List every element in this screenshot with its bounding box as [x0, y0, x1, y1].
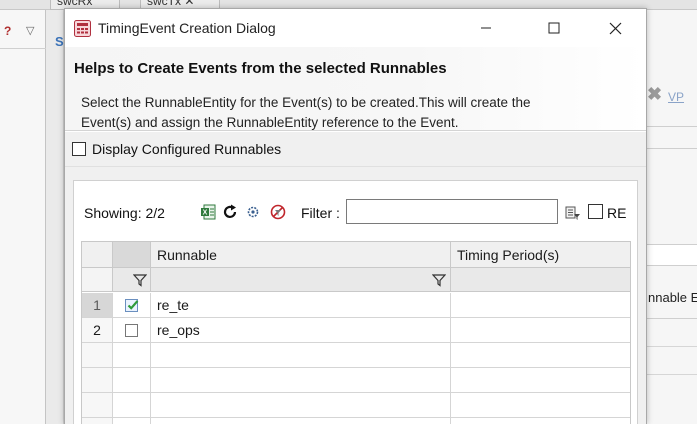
close-button[interactable] — [592, 9, 638, 47]
display-configured-checkbox[interactable] — [72, 142, 86, 156]
column-header-runnable[interactable]: Runnable — [151, 242, 451, 268]
dialog-body: Display Configured Runnables Showing: 2/… — [65, 132, 646, 424]
separator — [65, 166, 646, 167]
empty-cell — [113, 368, 151, 393]
dialog-titlebar[interactable]: TimingEvent Creation Dialog — [65, 9, 646, 47]
check-column-header[interactable] — [113, 242, 151, 268]
filter-cell-runnable[interactable] — [151, 268, 451, 292]
timing-event-dialog: TimingEvent Creation Dialog Helps to Cre… — [64, 8, 647, 424]
checkmark-icon — [127, 299, 139, 310]
timing-period-cell[interactable] — [451, 293, 630, 318]
editor-section-letter: S — [55, 34, 64, 49]
panel-separator — [0, 48, 46, 49]
empty-cell — [451, 393, 630, 418]
header-title: Helps to Create Events from the selected… — [74, 60, 447, 77]
empty-cell — [113, 418, 151, 424]
close-icon — [609, 22, 621, 34]
corner-header — [82, 242, 113, 268]
minimize-icon — [481, 27, 491, 29]
empty-row-header — [82, 343, 113, 368]
empty-row-header — [82, 368, 113, 393]
empty-cell — [151, 393, 451, 418]
row-checkbox-checked[interactable] — [125, 298, 139, 312]
row-checkbox-cell[interactable] — [113, 293, 151, 318]
empty-cell — [151, 418, 451, 424]
filter-options-icon[interactable] — [565, 205, 581, 221]
empty-cell — [451, 343, 630, 368]
header-description: Select the RunnableEntity for the Event(… — [81, 95, 531, 130]
editor-gutter — [46, 10, 64, 424]
view-menu-icon[interactable]: ▽ — [26, 24, 34, 37]
refresh-icon[interactable] — [222, 204, 238, 220]
timing-period-cell[interactable] — [451, 318, 630, 343]
empty-cell — [113, 343, 151, 368]
filter-row-corner — [82, 268, 113, 292]
vp-link[interactable]: VP — [668, 90, 684, 104]
excel-export-icon[interactable]: X — [200, 204, 216, 220]
row-number[interactable]: 2 — [82, 318, 113, 343]
dialog-title: TimingEvent Creation Dialog — [98, 20, 276, 36]
maximize-button[interactable] — [531, 9, 577, 47]
table-toolbar: Showing: 2/2 X Filter: RE — [74, 199, 637, 225]
tool-icon[interactable]: ? — [4, 24, 14, 38]
background-field[interactable] — [646, 244, 697, 266]
empty-cell — [451, 368, 630, 393]
empty-cell — [113, 393, 151, 418]
display-configured-option[interactable]: Display Configured Runnables — [72, 139, 281, 159]
dialog-header: Helps to Create Events from the selected… — [65, 47, 646, 131]
empty-row-header — [82, 393, 113, 418]
right-editor-area — [646, 10, 697, 424]
divider — [646, 318, 697, 319]
svg-text:X: X — [203, 210, 208, 217]
filter-cell-timing-period[interactable] — [451, 268, 630, 292]
funnel-icon[interactable] — [133, 273, 147, 287]
re-checkbox[interactable] — [588, 204, 603, 219]
runnable-cell[interactable]: re_ops — [151, 318, 451, 343]
clear-filter-icon[interactable] — [270, 204, 286, 220]
runnable-cell[interactable]: re_te — [151, 293, 451, 318]
empty-cell — [151, 343, 451, 368]
maximize-icon — [548, 22, 560, 34]
filter-label: Filter : — [301, 205, 340, 221]
divider — [646, 374, 697, 375]
showing-count: Showing: 2/2 — [84, 205, 165, 221]
funnel-icon[interactable] — [432, 273, 446, 287]
row-checkbox-unchecked[interactable] — [125, 323, 138, 337]
minimize-button[interactable] — [463, 9, 509, 47]
row-checkbox-cell[interactable] — [113, 318, 151, 343]
filter-input[interactable] — [346, 199, 558, 224]
display-configured-label: Display Configured Runnables — [92, 141, 282, 157]
background-runnable-label: nnable E — [648, 290, 697, 305]
settings-icon[interactable] — [245, 204, 261, 220]
runnables-table: Runnable Timing Period(s) 1 re_te 2 re_o… — [81, 241, 631, 424]
filter-cell-check[interactable] — [113, 268, 151, 292]
empty-row-header — [82, 418, 113, 424]
empty-cell — [451, 418, 630, 424]
re-label: RE — [607, 205, 627, 221]
column-header-timing-period[interactable]: Timing Period(s) — [451, 242, 630, 268]
left-panel: ? ▽ — [0, 10, 46, 424]
empty-cell — [151, 368, 451, 393]
remove-icon[interactable]: ✖ — [647, 84, 662, 105]
runnables-group: Showing: 2/2 X Filter: RE Runnable Timi… — [73, 180, 638, 424]
divider — [646, 148, 697, 149]
app-icon — [74, 20, 91, 37]
divider — [646, 346, 697, 347]
row-number[interactable]: 1 — [82, 293, 113, 318]
divider — [646, 126, 697, 127]
